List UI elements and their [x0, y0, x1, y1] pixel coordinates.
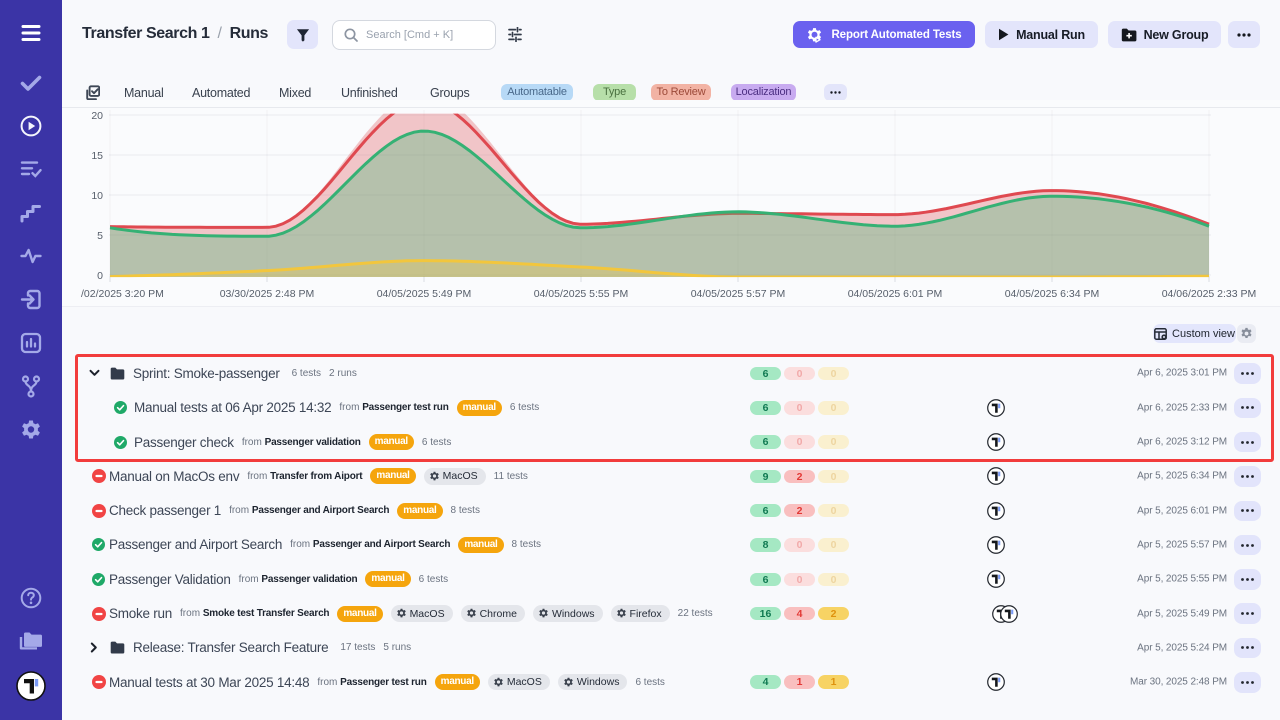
svg-text:04/05/2025 5:57 PM: 04/05/2025 5:57 PM [691, 288, 786, 300]
svg-text:/02/2025 3:20 PM: /02/2025 3:20 PM [81, 288, 164, 300]
svg-text:04/05/2025 6:34 PM: 04/05/2025 6:34 PM [1005, 288, 1100, 300]
svg-text:03/30/2025 2:48 PM: 03/30/2025 2:48 PM [220, 288, 315, 300]
svg-text:04/05/2025 5:49 PM: 04/05/2025 5:49 PM [377, 288, 472, 300]
svg-text:04/05/2025 6:01 PM: 04/05/2025 6:01 PM [848, 288, 943, 300]
svg-text:5: 5 [97, 230, 103, 242]
svg-text:04/05/2025 5:55 PM: 04/05/2025 5:55 PM [534, 288, 629, 300]
svg-text:04/06/2025 2:33 PM: 04/06/2025 2:33 PM [1162, 288, 1257, 300]
svg-text:20: 20 [91, 110, 103, 122]
svg-text:10: 10 [91, 190, 103, 202]
svg-text:15: 15 [91, 150, 103, 162]
svg-text:0: 0 [97, 270, 103, 282]
